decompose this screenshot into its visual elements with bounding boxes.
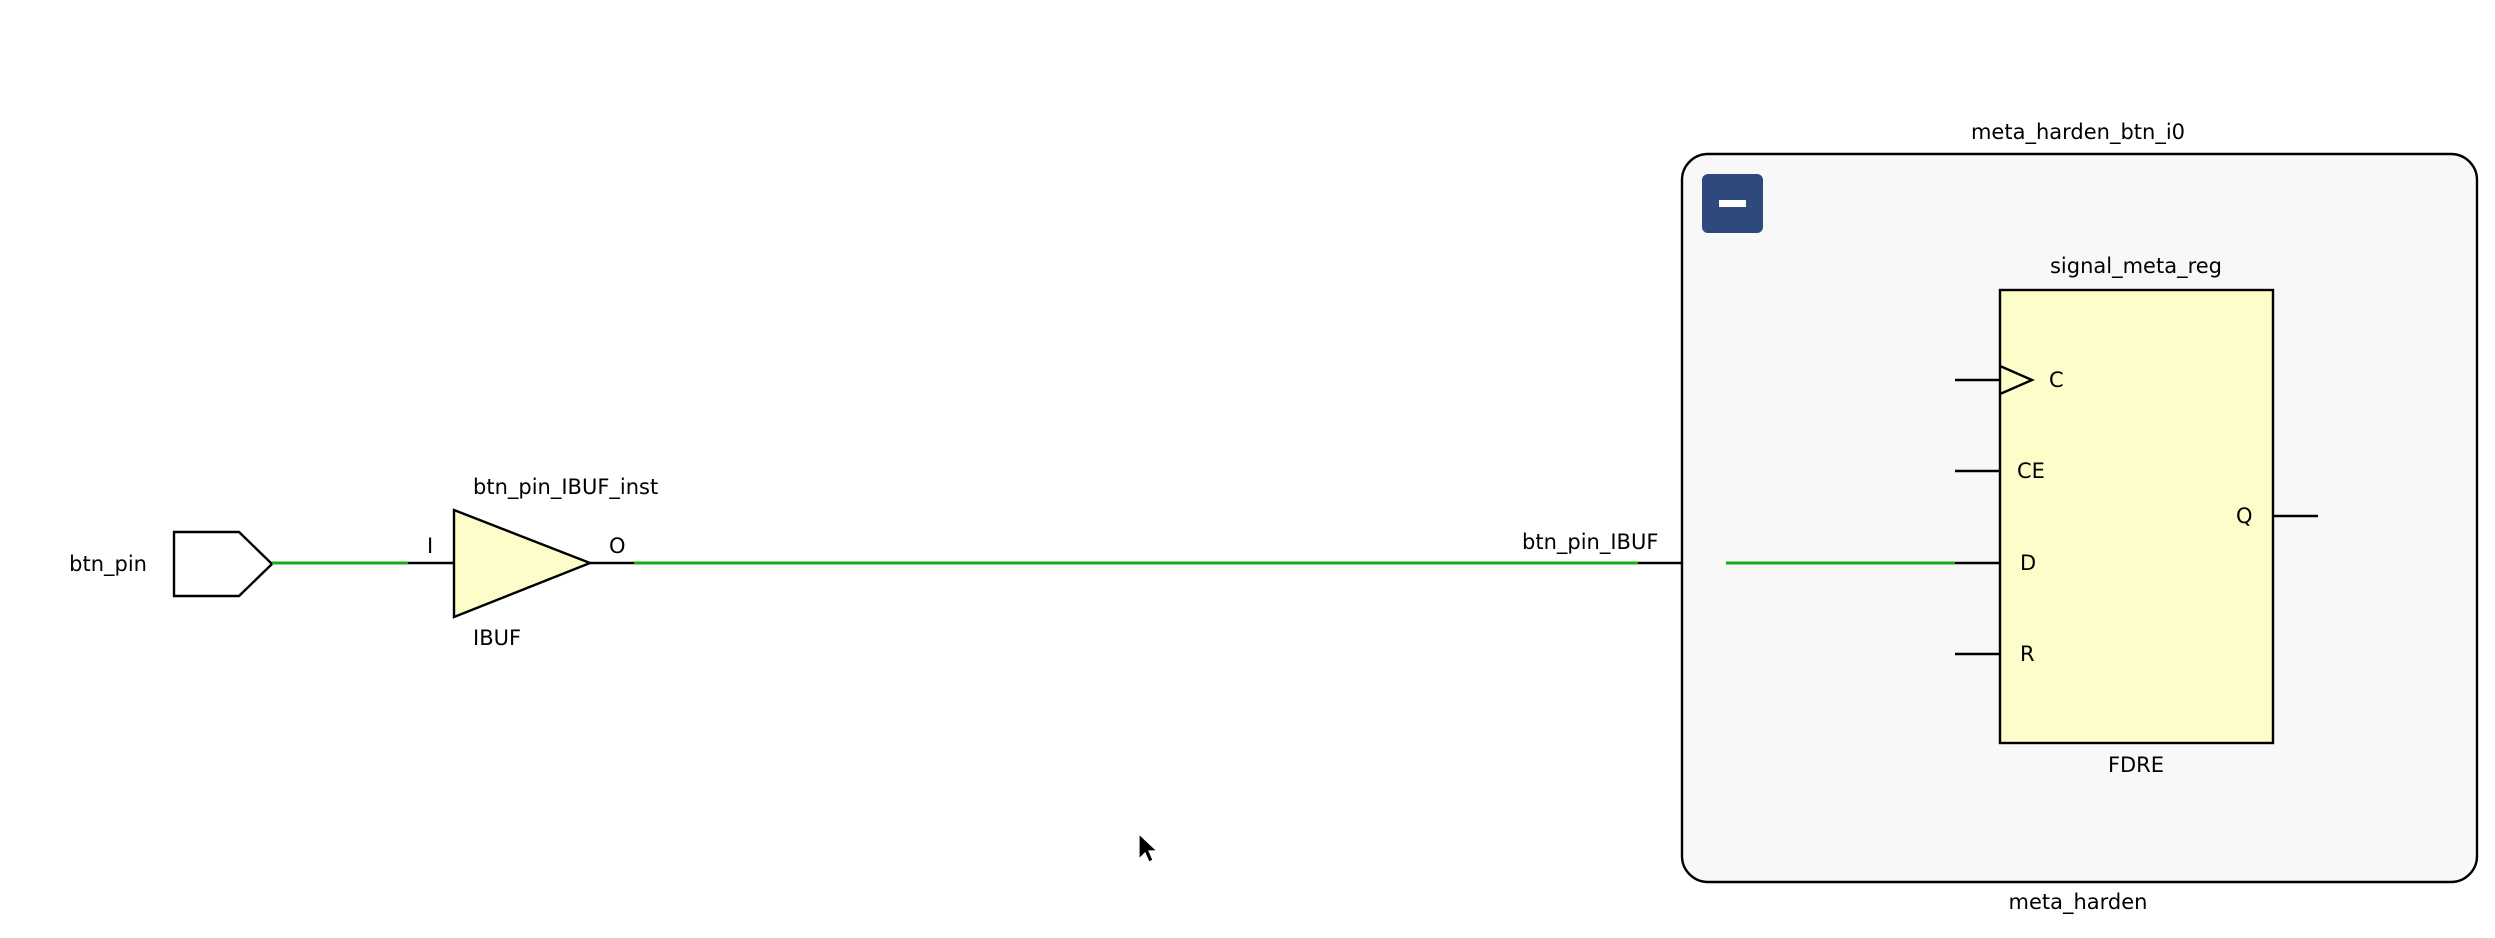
net-name-label: btn_pin_IBUF <box>1522 530 1658 555</box>
ibuf-pin-o-label: O <box>609 534 626 558</box>
minus-icon <box>1719 200 1746 207</box>
fdre-instance-label: signal_meta_reg <box>2050 254 2222 279</box>
mouse-pointer-icon <box>1138 832 1159 863</box>
collapse-button[interactable] <box>1702 174 1763 233</box>
input-port-btn-pin[interactable]: btn_pin <box>69 530 274 598</box>
fdre-pin-r-label: R <box>2020 642 2035 666</box>
ibuf-instance-label: btn_pin_IBUF_inst <box>473 475 658 500</box>
fdre-body[interactable] <box>1998 288 2275 745</box>
ibuf-type-label: IBUF <box>473 626 521 650</box>
hier-module-label: meta_harden <box>2009 890 2148 915</box>
ibuf-pin-i-label: I <box>427 534 433 558</box>
hier-instance-label: meta_harden_btn_i0 <box>1971 120 2185 145</box>
fdre-type-label: FDRE <box>2108 753 2164 777</box>
ibuf-cell[interactable]: btn_pin_IBUF_inst I O IBUF <box>408 475 658 650</box>
fdre-pin-c-label: C <box>2049 368 2064 392</box>
input-port-label: btn_pin <box>69 552 147 577</box>
hier-block-meta-harden[interactable]: meta_harden_btn_i0 meta_harden signal_me… <box>1680 120 2479 915</box>
fdre-pin-d-label: D <box>2020 551 2036 575</box>
input-port-shape[interactable] <box>172 530 274 598</box>
fdre-pin-q-label: Q <box>2236 504 2253 528</box>
ibuf-triangle-shape[interactable] <box>452 508 594 619</box>
fdre-cell[interactable]: signal_meta_reg C CE D R Q FDRE <box>1955 254 2318 777</box>
schematic-canvas[interactable]: btn_pin btn_pin_IBUF_inst I O IBUF btn_p… <box>0 0 2495 938</box>
fdre-pin-ce-label: CE <box>2017 459 2045 483</box>
